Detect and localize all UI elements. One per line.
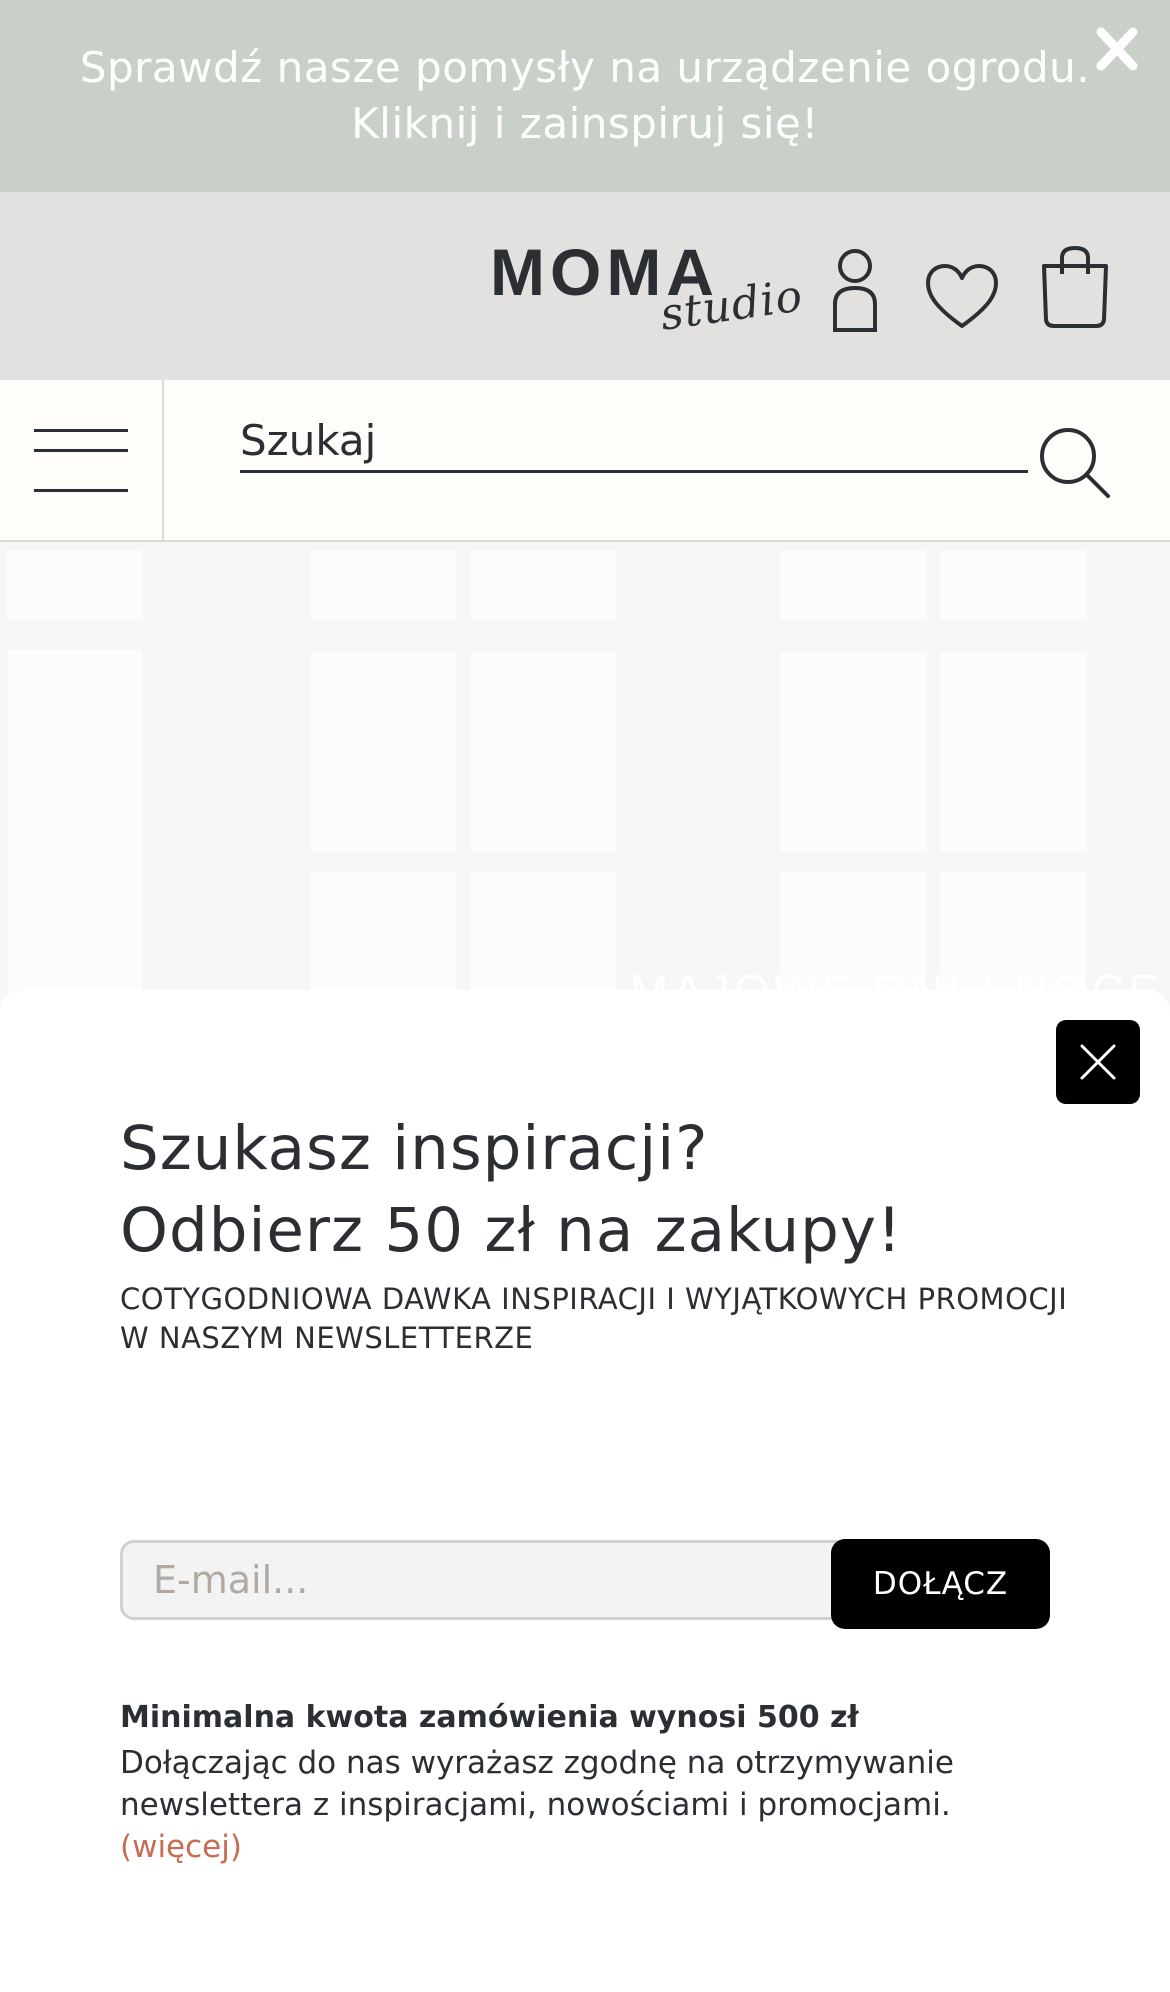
more-link[interactable]: (więcej) (120, 1829, 242, 1865)
menu-button[interactable] (0, 380, 164, 540)
user-icon (833, 249, 877, 332)
join-button[interactable]: DOŁĄCZ (831, 1539, 1050, 1629)
close-modal-button[interactable] (1056, 1020, 1140, 1104)
promo-banner[interactable]: Sprawdź nasze pomysły na urządzenie ogro… (0, 0, 1170, 192)
promo-line-2[interactable]: Kliknij i zainspiruj się! (0, 96, 1170, 152)
search-icon (1040, 428, 1110, 498)
headline-line-1: Szukasz inspiracji? (120, 1113, 709, 1184)
close-icon (1080, 1044, 1116, 1080)
heart-icon (926, 264, 998, 328)
search-input[interactable] (240, 410, 1028, 473)
hero-banner[interactable]: MAJOWE DNI I NOCE (0, 542, 1170, 1022)
email-field[interactable] (120, 1540, 850, 1620)
close-icon (1096, 27, 1138, 71)
account-button[interactable] (825, 246, 885, 332)
promo-text[interactable]: Sprawdź nasze pomysły na urządzenie ogro… (0, 40, 1170, 152)
newsletter-modal: Szukasz inspiracji? Odbierz 50 zł na zak… (0, 990, 1170, 1992)
wishlist-button[interactable] (924, 262, 1000, 332)
cart-button[interactable] (1040, 244, 1110, 330)
site-header: MOMA studio (0, 192, 1170, 380)
close-promo-button[interactable] (1095, 24, 1139, 76)
logo[interactable]: MOMA studio (490, 232, 806, 342)
headline-line-2: Odbierz 50 zł na zakupy! (120, 1195, 903, 1266)
search-button[interactable] (1036, 424, 1116, 504)
consent-text: Dołączając do nas wyrażasz zgodnę na otr… (120, 1745, 954, 1823)
promo-line-1[interactable]: Sprawdź nasze pomysły na urządzenie ogro… (0, 40, 1170, 96)
consent-note: Dołączając do nas wyrażasz zgodnę na otr… (120, 1742, 1080, 1868)
modal-headline: Szukasz inspiracji? Odbierz 50 zł na zak… (120, 1108, 1120, 1272)
minimum-order-note: Minimalna kwota zamówienia wynosi 500 zł (120, 1700, 859, 1735)
search-bar (0, 380, 1170, 542)
modal-subtitle: COTYGODNIOWA DAWKA INSPIRACJI I WYJĄTKOW… (120, 1282, 1068, 1355)
shopping-bag-icon (1042, 245, 1108, 328)
